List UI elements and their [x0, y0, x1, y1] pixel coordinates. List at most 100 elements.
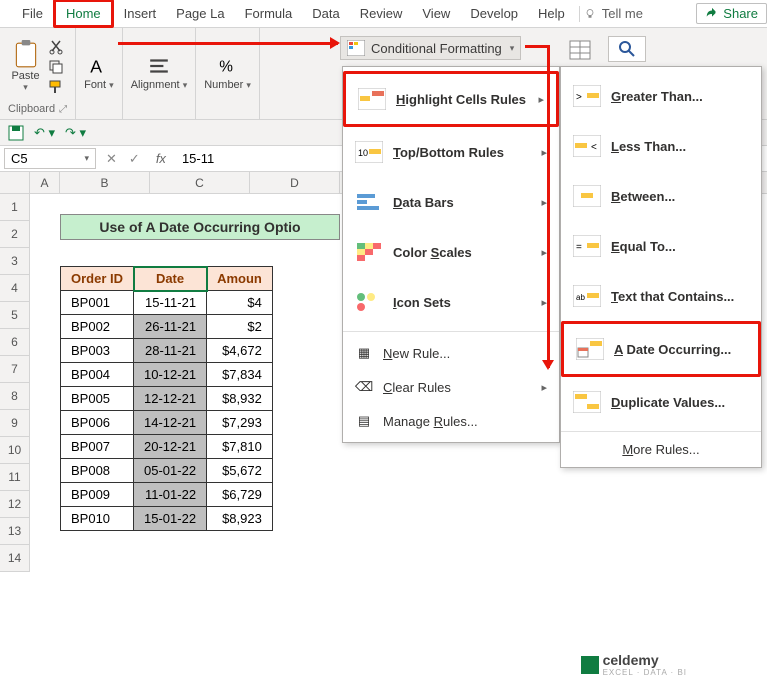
- row-header[interactable]: 6: [0, 329, 30, 356]
- table-row[interactable]: BP00328-11-21$4,672: [61, 339, 273, 363]
- row-header[interactable]: 4: [0, 275, 30, 302]
- tab-data[interactable]: Data: [302, 2, 349, 25]
- conditional-formatting-menu: HHighlight Cells Rulesighlight Cells Rul…: [342, 66, 560, 443]
- dialog-launcher-icon[interactable]: ⤢: [59, 104, 67, 115]
- font-dropdown[interactable]: A Font ▾: [84, 55, 114, 91]
- tab-help[interactable]: Help: [528, 2, 575, 25]
- row-header[interactable]: 11: [0, 464, 30, 491]
- group-font: A Font ▾: [76, 28, 123, 119]
- tab-formulas[interactable]: Formula: [235, 2, 303, 25]
- clipboard-icon: [13, 40, 39, 70]
- table-row[interactable]: BP00512-12-21$8,932: [61, 387, 273, 411]
- row-header[interactable]: 3: [0, 248, 30, 275]
- row-header[interactable]: 13: [0, 518, 30, 545]
- number-dropdown[interactable]: % Number ▾: [204, 55, 251, 91]
- th-order: Order ID: [61, 267, 134, 291]
- duplicate-icon: [573, 391, 601, 413]
- menu-greater-than[interactable]: > Greater Than...: [561, 71, 761, 121]
- menu-text-contains[interactable]: ab Text that Contains...: [561, 271, 761, 321]
- svg-text:>: >: [576, 92, 582, 103]
- row-header[interactable]: 2: [0, 221, 30, 248]
- percent-icon: %: [217, 55, 239, 77]
- greater-icon: >: [573, 85, 601, 107]
- row-header[interactable]: 5: [0, 302, 30, 329]
- group-alignment: Alignment ▾: [123, 28, 197, 119]
- table-row[interactable]: BP00805-01-22$5,672: [61, 459, 273, 483]
- menu-color-scales[interactable]: Color Scales▸: [343, 227, 559, 277]
- col-header-A[interactable]: A: [30, 172, 60, 193]
- tab-review[interactable]: Review: [350, 2, 413, 25]
- format-table-button[interactable]: [563, 36, 597, 64]
- equal-icon: =: [573, 235, 601, 257]
- fx-button[interactable]: fx: [146, 151, 176, 166]
- menu-between[interactable]: Between...: [561, 171, 761, 221]
- menu-data-bars[interactable]: Data Bars▸: [343, 177, 559, 227]
- tab-home[interactable]: Home: [53, 0, 114, 28]
- col-header-C[interactable]: C: [150, 172, 250, 193]
- name-box[interactable]: C5▾: [4, 148, 96, 169]
- row-header[interactable]: 12: [0, 491, 30, 518]
- highlight-rules-icon: [358, 88, 386, 110]
- menu-manage-rules[interactable]: ▤Manage Rules...: [343, 404, 559, 438]
- col-header-D[interactable]: D: [250, 172, 340, 193]
- row-header[interactable]: 7: [0, 356, 30, 383]
- ribbon-tabs: File Home Insert Page La Formula Data Re…: [0, 0, 767, 28]
- menu-date-occurring[interactable]: A Date Occurring...: [561, 321, 761, 377]
- svg-text:%: %: [219, 58, 233, 75]
- tab-view[interactable]: View: [412, 2, 460, 25]
- table-row[interactable]: BP01015-01-22$8,923: [61, 507, 273, 531]
- row-header[interactable]: 8: [0, 383, 30, 410]
- svg-text:=: =: [576, 242, 582, 253]
- tab-page-layout[interactable]: Page La: [166, 2, 234, 25]
- table-row[interactable]: BP00911-01-22$6,729: [61, 483, 273, 507]
- alignment-dropdown[interactable]: Alignment ▾: [131, 55, 188, 91]
- menu-highlight-cells-rules[interactable]: HHighlight Cells Rulesighlight Cells Rul…: [343, 71, 559, 127]
- table-row[interactable]: BP00226-11-21$2: [61, 315, 273, 339]
- align-icon: [148, 55, 170, 77]
- between-icon: [573, 185, 601, 207]
- manage-rules-icon: ▤: [355, 410, 373, 432]
- save-icon[interactable]: [8, 125, 24, 141]
- highlight-cells-submenu: > Greater Than... < Less Than... Between…: [560, 66, 762, 468]
- font-icon: A: [88, 55, 110, 77]
- undo-button[interactable]: ↶ ▾: [34, 125, 55, 141]
- tell-me-search[interactable]: Tell me: [584, 6, 643, 21]
- select-all-corner[interactable]: [0, 172, 30, 193]
- redo-button[interactable]: ↷ ▾: [65, 125, 86, 141]
- table-row[interactable]: BP00410-12-21$7,834: [61, 363, 273, 387]
- menu-top-bottom-rules[interactable]: 10 Top/Bottom Rules▸: [343, 127, 559, 177]
- svg-text:A: A: [90, 56, 102, 76]
- tab-insert[interactable]: Insert: [114, 2, 167, 25]
- table-row[interactable]: BP00115-11-21$4: [61, 291, 273, 315]
- table-row[interactable]: BP00614-12-21$7,293: [61, 411, 273, 435]
- cancel-icon[interactable]: ✕: [100, 151, 123, 167]
- col-header-B[interactable]: B: [60, 172, 150, 193]
- menu-less-than[interactable]: < Less Than...: [561, 121, 761, 171]
- paste-button[interactable]: Paste▾: [11, 40, 39, 93]
- find-button[interactable]: [608, 36, 646, 62]
- menu-equal-to[interactable]: = Equal To...: [561, 221, 761, 271]
- tab-file[interactable]: File: [12, 2, 53, 25]
- menu-icon-sets[interactable]: Icon Sets▸: [343, 277, 559, 327]
- row-header[interactable]: 1: [0, 194, 30, 221]
- share-button[interactable]: Share: [696, 3, 767, 24]
- menu-more-rules[interactable]: More Rules...: [561, 436, 761, 463]
- lightbulb-icon: [584, 8, 596, 20]
- table-row[interactable]: BP00720-12-21$7,810: [61, 435, 273, 459]
- watermark: celdemy EXCEL · DATA · BI: [581, 652, 687, 677]
- menu-new-rule[interactable]: ▦New Rule...: [343, 336, 559, 370]
- tab-developer[interactable]: Develop: [460, 2, 528, 25]
- copy-icon[interactable]: [48, 59, 64, 75]
- menu-clear-rules[interactable]: ⌫Clear Rules▸: [343, 370, 559, 404]
- cut-icon[interactable]: [48, 39, 64, 55]
- row-header[interactable]: 14: [0, 545, 30, 572]
- menu-duplicate-values[interactable]: Duplicate Values...: [561, 377, 761, 427]
- icon-sets-icon: [355, 291, 383, 313]
- color-scales-icon: [355, 241, 383, 263]
- enter-icon[interactable]: ✓: [123, 151, 146, 167]
- text-contains-icon: ab: [573, 285, 601, 307]
- row-header[interactable]: 9: [0, 410, 30, 437]
- format-painter-icon[interactable]: [48, 79, 64, 95]
- row-header[interactable]: 10: [0, 437, 30, 464]
- conditional-formatting-button[interactable]: Conditional Formatting▾: [340, 36, 521, 60]
